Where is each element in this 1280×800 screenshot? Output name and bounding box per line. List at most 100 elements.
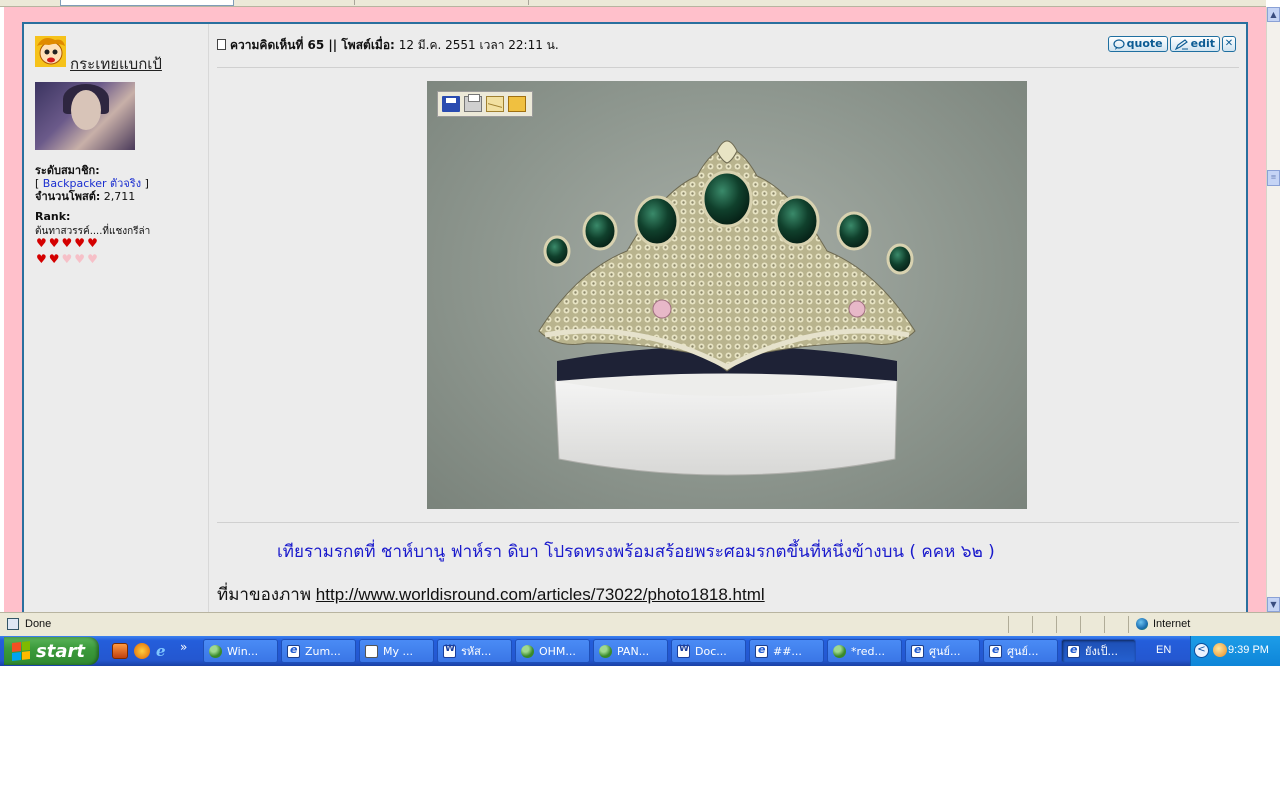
taskbar-button[interactable]: *red... (827, 639, 902, 663)
taskbar-buttons: Win... Zum... My ... รหัส... OHM... PAN... Doc… (203, 639, 1136, 663)
taskbar-button[interactable]: ##... (749, 639, 824, 663)
mail-icon[interactable] (486, 96, 504, 112)
heart-filled-icon: ♥ (48, 252, 62, 266)
post-count: จำนวนโพสต์: 2,711 (35, 187, 135, 205)
toolbar-remnant (0, 0, 1266, 7)
emerald-tiara-image (538, 140, 916, 476)
heart-filled-icon: ♥ (87, 236, 100, 250)
heart-filled-icon: ♥ (61, 236, 75, 250)
taskbar-button-label: ศูนย์... (929, 645, 961, 658)
post-count-label: จำนวนโพสต์: (35, 190, 101, 203)
print-icon[interactable] (464, 94, 482, 112)
word-icon (443, 644, 456, 658)
taskbar-button[interactable]: PAN... (593, 639, 668, 663)
document-icon (365, 644, 378, 658)
save-icon[interactable] (442, 96, 460, 112)
taskbar-button-label: My ... (383, 644, 413, 658)
taskbar-button-label: OHM... (539, 644, 576, 658)
taskbar-button[interactable]: Zum... (281, 639, 356, 663)
scroll-down-button[interactable]: ▼ (1267, 597, 1280, 612)
quicklaunch-app-icon[interactable] (112, 643, 128, 659)
people-icon (599, 644, 612, 658)
windows-taskbar: start e » Win... Zum... My ... รหัส... OHM..… (0, 636, 1280, 666)
taskbar-button-label: ยังเป็... (1085, 645, 1119, 658)
taskbar-button[interactable]: รหัส... (437, 639, 512, 663)
ie-icon (911, 643, 924, 658)
photo-source: ที่มาของภาพ http://www.worldisround.com/… (217, 581, 765, 608)
poster-username-link[interactable]: กระเทยแบกเป้ (70, 52, 162, 76)
quicklaunch-more-icon[interactable]: » (180, 640, 187, 654)
ie-icon (1067, 643, 1080, 658)
internet-explorer-icon[interactable]: e (156, 643, 172, 659)
photo-caption: เทียรามรกตที่ ชาห์บานู ฟาห์รา ดิบา โปรดท… (277, 542, 995, 562)
quote-bubble-icon (1113, 38, 1125, 50)
taskbar-button[interactable]: Win... (203, 639, 278, 663)
start-button[interactable]: start (4, 637, 99, 665)
taskbar-button-label: PAN... (617, 644, 650, 658)
photo-divider (217, 522, 1239, 523)
security-zone: Internet (1153, 618, 1191, 630)
people-icon (833, 644, 846, 658)
taskbar-button-label: *red... (851, 644, 886, 658)
language-indicator[interactable]: EN (1156, 644, 1171, 656)
ie-icon (989, 643, 1002, 658)
vertical-scrollbar[interactable]: ▲ ≡ ▼ (1266, 7, 1280, 612)
document-icon (217, 39, 226, 50)
media-player-icon[interactable] (134, 643, 150, 659)
post-header: ความคิดเห็นที่ 65 || โพสต์เมื่อ: 12 มี.ค… (217, 36, 559, 55)
edit-button-label: edit (1190, 37, 1215, 50)
heart-empty-icon: ♥ (74, 252, 88, 266)
taskbar-button-label: รหัส... (461, 645, 492, 658)
status-divider (1032, 616, 1033, 633)
status-divider (1080, 616, 1081, 633)
word-icon (677, 644, 690, 658)
system-tray: < 9:39 PM (1190, 636, 1280, 666)
quote-button[interactable]: quote (1107, 36, 1168, 52)
internet-globe-icon (1136, 618, 1148, 630)
comment-label: ความคิดเห็นที่ 65 || โพสต์เมื่อ: (230, 38, 395, 52)
close-icon: ✕ (1224, 38, 1234, 49)
scroll-up-button[interactable]: ▲ (1267, 7, 1280, 22)
post-count-value: 2,711 (103, 190, 136, 203)
taskbar-button[interactable]: Doc... (671, 639, 746, 663)
quote-button-label: quote (1126, 37, 1163, 50)
taskbar-button[interactable]: My ... (359, 639, 434, 663)
scroll-thumb[interactable]: ≡ (1267, 170, 1280, 186)
rank-hearts-row-2: ♥♥♥♥♥ (36, 253, 100, 265)
show-hidden-icons-icon[interactable]: < (1194, 643, 1209, 658)
rank-label: Rank: (35, 210, 71, 223)
poster-info-panel: กระเทยแบกเป้ ระดับสมาชิก: [ Backpacker ต… (24, 24, 209, 612)
taskbar-button[interactable]: ยังเป็... (1061, 639, 1136, 663)
heart-empty-icon: ♥ (61, 252, 75, 266)
comment-date: 12 มี.ค. 2551 เวลา 22:11 น. (398, 38, 559, 52)
taskbar-button[interactable]: ศูนย์... (905, 639, 980, 663)
page-done-icon (7, 618, 19, 630)
source-link[interactable]: http://www.worldisround.com/articles/730… (316, 585, 765, 604)
tray-app-icon[interactable] (1213, 643, 1227, 657)
poster-avatar (35, 82, 135, 150)
folder-icon[interactable] (508, 96, 526, 112)
status-divider (1056, 616, 1057, 633)
heart-filled-icon: ♥ (36, 236, 49, 250)
heart-filled-icon: ♥ (48, 236, 62, 250)
browser-statusbar: Done Internet (0, 612, 1280, 636)
source-label: ที่มาของภาพ (217, 585, 312, 604)
windows-logo-icon (12, 641, 30, 661)
taskbar-button-label: Doc... (695, 644, 727, 658)
status-divider (1104, 616, 1105, 633)
header-divider (217, 67, 1239, 68)
taskbar-button-label: ศูนย์... (1007, 645, 1039, 658)
delete-button[interactable]: ✕ (1222, 36, 1236, 52)
taskbar-button-label: ##... (773, 644, 802, 658)
browser-viewport: กระเทยแบกเป้ ระดับสมาชิก: [ Backpacker ต… (0, 0, 1280, 612)
clock[interactable]: 9:39 PM (1228, 644, 1269, 656)
user-cartoon-icon (35, 36, 66, 67)
post-action-buttons: quote edit ✕ (1107, 36, 1236, 52)
taskbar-button[interactable]: ศูนย์... (983, 639, 1058, 663)
quick-launch: e » (112, 640, 187, 659)
status-text: Done (25, 618, 52, 630)
start-label: start (36, 640, 85, 662)
taskbar-button[interactable]: OHM... (515, 639, 590, 663)
edit-button[interactable]: edit (1169, 36, 1220, 52)
ie-icon (755, 643, 768, 658)
